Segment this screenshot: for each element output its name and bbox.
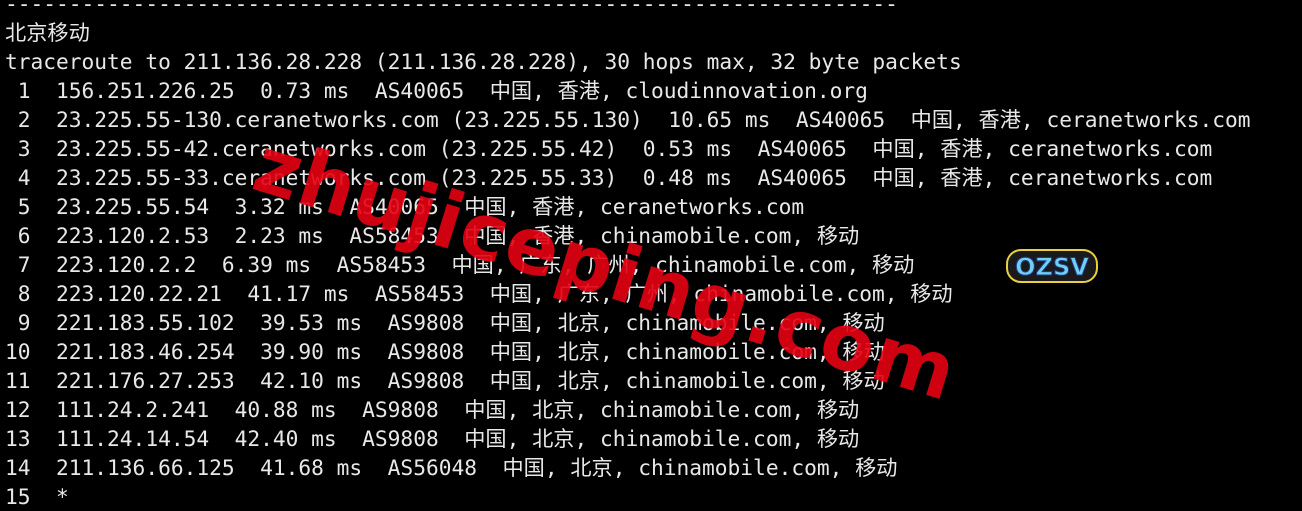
hop-row-3: 3 23.225.55-42.ceranetworks.com (23.225.… (5, 136, 1213, 161)
hop-row-2: 2 23.225.55-130.ceranetworks.com (23.225… (5, 107, 1251, 132)
section-title: 北京移动 (5, 20, 90, 45)
hop-row-9: 9 221.183.55.102 39.53 ms AS9808 中国, 北京,… (5, 310, 885, 335)
hop-row-10: 10 221.183.46.254 39.90 ms AS9808 中国, 北京… (5, 339, 885, 364)
hop-row-13: 13 111.24.14.54 42.40 ms AS9808 中国, 北京, … (5, 426, 860, 451)
terminal-window[interactable]: ----------------------------------------… (0, 0, 1302, 509)
separator-line: ----------------------------------------… (5, 0, 898, 16)
hop-row-6: 6 223.120.2.53 2.23 ms AS58453 中国, 香港, c… (5, 223, 860, 248)
hop-row-15: 15 * (5, 484, 69, 509)
hop-row-11: 11 221.176.27.253 42.10 ms AS9808 中国, 北京… (5, 368, 885, 393)
command-line: traceroute to 211.136.28.228 (211.136.28… (5, 49, 962, 74)
hop-row-5: 5 23.225.55.54 3.32 ms AS40065 中国, 香港, c… (5, 194, 805, 219)
hop-row-8: 8 223.120.22.21 41.17 ms AS58453 中国, 广东,… (5, 281, 953, 306)
hop-row-4: 4 23.225.55-33.ceranetworks.com (23.225.… (5, 165, 1213, 190)
hop-row-7: 7 223.120.2.2 6.39 ms AS58453 中国, 广东, 广州… (5, 252, 915, 277)
hop-row-14: 14 211.136.66.125 41.68 ms AS56048 中国, 北… (5, 455, 898, 480)
hop-row-1: 1 156.251.226.25 0.73 ms AS40065 中国, 香港,… (5, 78, 868, 103)
hop-row-12: 12 111.24.2.241 40.88 ms AS9808 中国, 北京, … (5, 397, 860, 422)
